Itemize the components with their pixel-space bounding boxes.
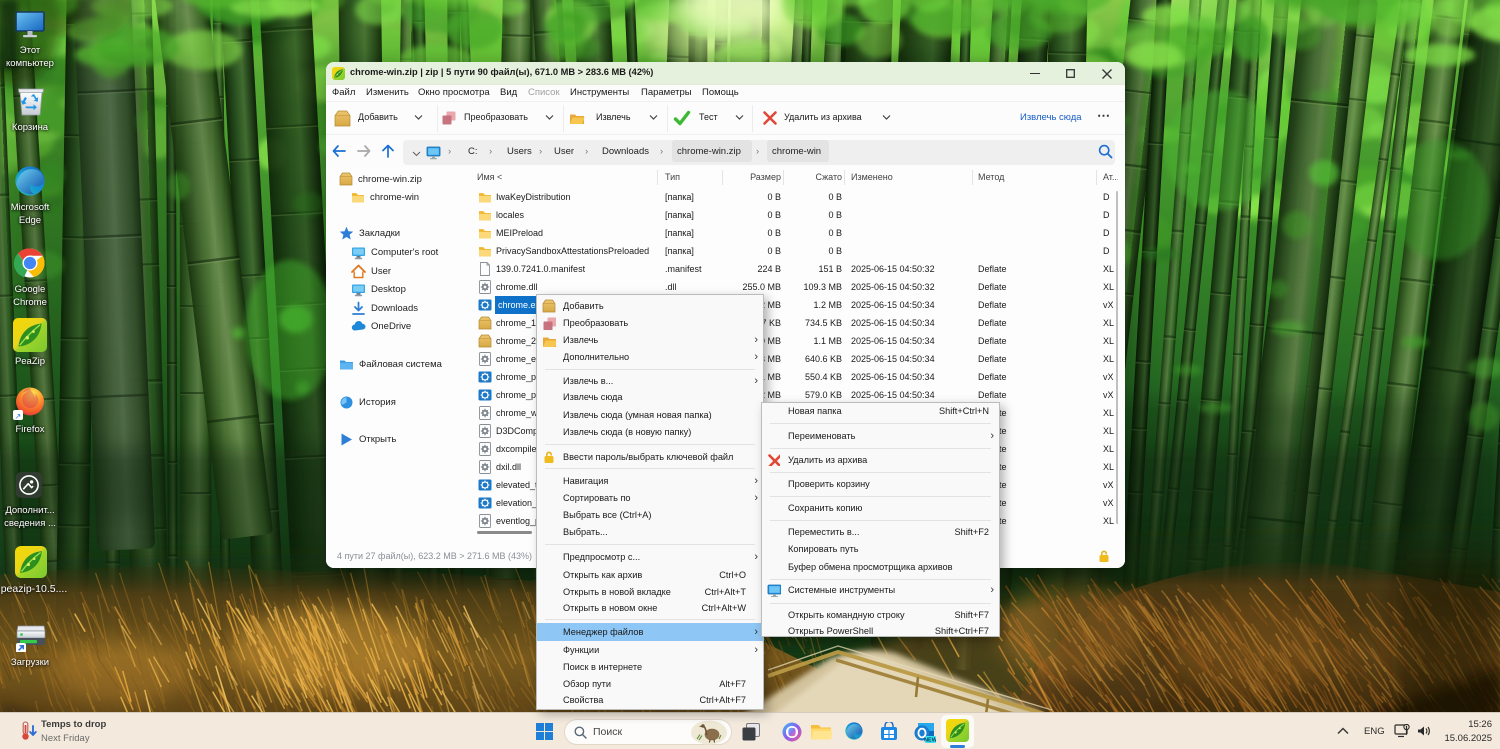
svg-text:NEW: NEW <box>924 738 936 744</box>
